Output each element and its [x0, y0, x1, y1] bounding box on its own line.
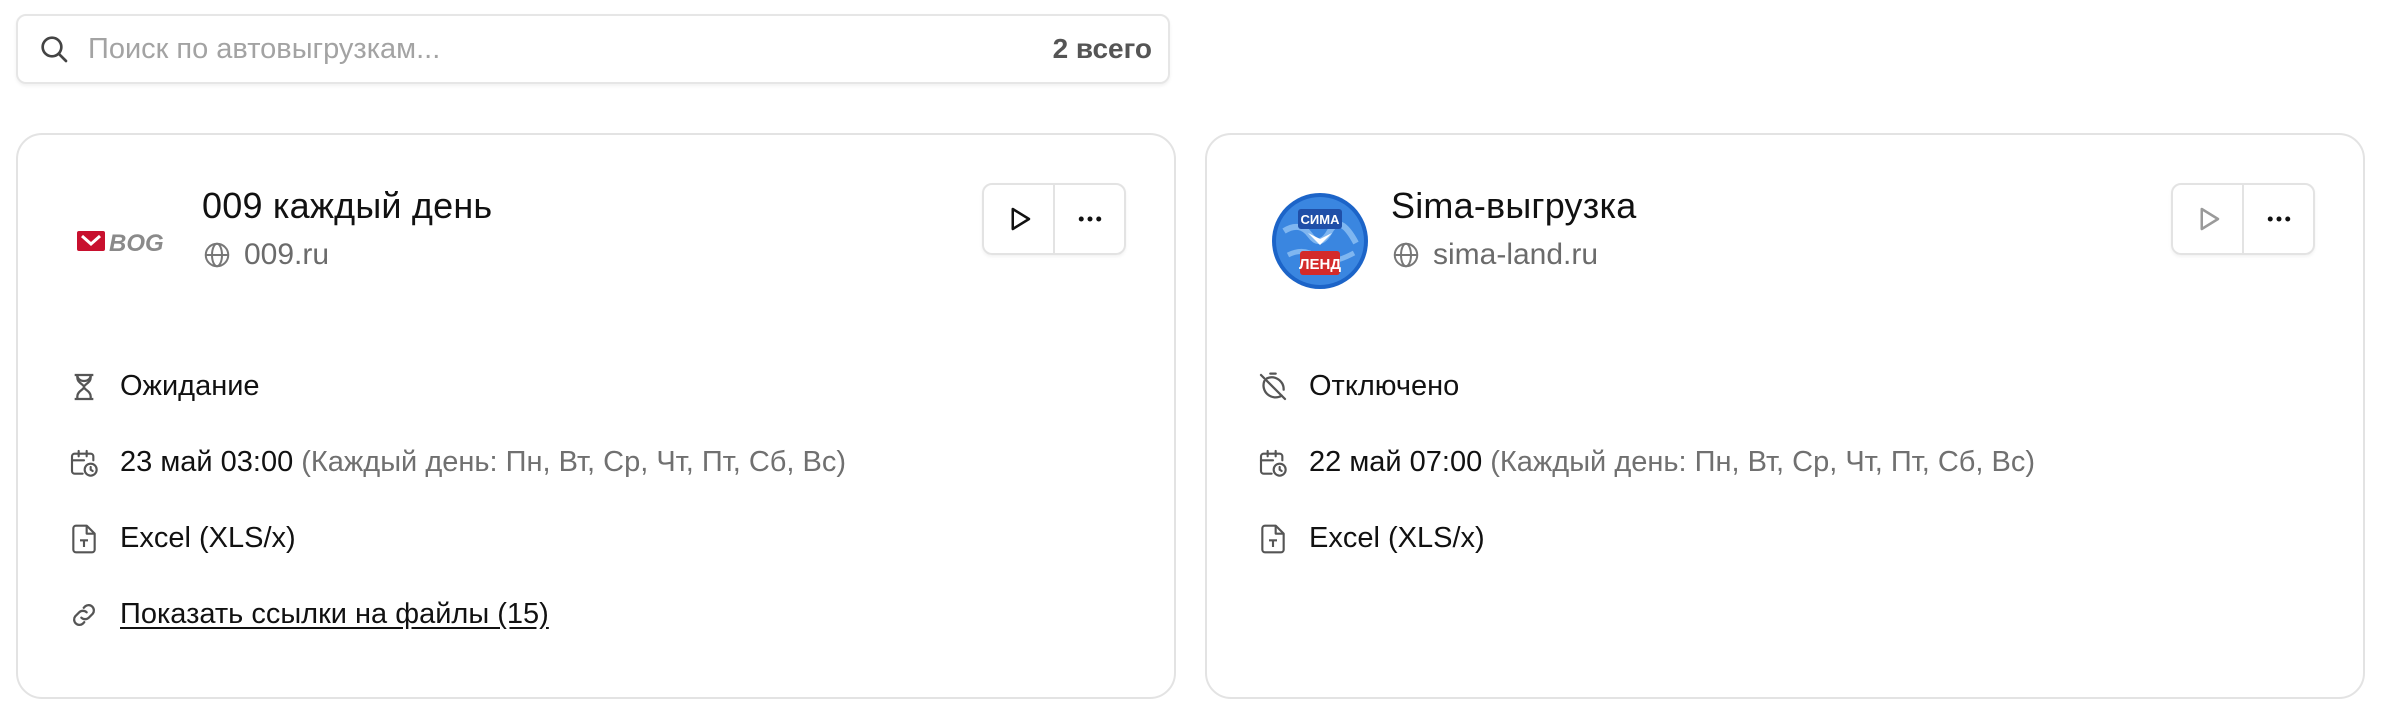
card-actions [2171, 183, 2315, 255]
card-actions [982, 183, 1126, 255]
site-label: sima-land.ru [1433, 238, 1599, 271]
search-icon [41, 36, 68, 63]
status-row: Ожидание [68, 370, 260, 403]
link-icon [73, 603, 95, 626]
more-icon [2267, 216, 2290, 222]
schedule-time: 23 май 03:00 [120, 446, 294, 478]
show-files-link[interactable]: Показать ссылки на файлы (15) [120, 598, 549, 631]
export-site: sima-land.ru [1391, 238, 1598, 272]
play-icon [2200, 207, 2219, 231]
export-title: 009 каждый день [202, 185, 493, 226]
play-icon [1011, 207, 1030, 231]
schedule-row: 23 май 03:00 (Каждый день: Пн, Вт, Ср, Ч… [68, 446, 846, 479]
total-count: 2 всего [1052, 33, 1152, 64]
format-row: Excel (XLS/x) [68, 522, 296, 555]
calendar-clock-icon [70, 449, 98, 477]
export-card: BOG 009 каждый день 009.ru Ожидание 23 м… [16, 133, 1176, 699]
format-row: Excel (XLS/x) [1257, 522, 1485, 555]
schedule-time: 22 май 07:00 [1309, 446, 1483, 478]
run-button[interactable] [984, 185, 1053, 253]
export-site: 009.ru [202, 238, 329, 272]
timer-off-icon [1259, 372, 1287, 400]
schedule-desc: (Каждый день: Пн, Вт, Ср, Чт, Пт, Сб, Вс… [1490, 446, 2036, 478]
format-label: Excel (XLS/x) [1309, 522, 1485, 554]
export-title: Sima-выгрузка [1391, 185, 1637, 226]
status-row: Отключено [1257, 370, 1459, 403]
svg-text:ЛЕНД: ЛЕНД [1299, 256, 1341, 273]
svg-text:BOG: BOG [109, 230, 164, 257]
file-text-icon [72, 524, 96, 553]
more-button[interactable] [1053, 185, 1124, 253]
more-icon [1078, 216, 1101, 222]
globe-icon [1393, 242, 1419, 268]
format-label: Excel (XLS/x) [120, 522, 296, 554]
run-button[interactable] [2173, 185, 2242, 253]
calendar-clock-icon [1259, 449, 1287, 477]
svg-text:СИМА: СИМА [1301, 212, 1341, 227]
bog-logo: BOG [68, 191, 194, 291]
search-input[interactable] [86, 31, 1053, 67]
more-button[interactable] [2242, 185, 2313, 253]
export-card: СИМА ЛЕНД Sima-выгрузка sima-land.ru Отк… [1205, 133, 2365, 699]
site-label: 009.ru [244, 238, 330, 271]
search-bar[interactable]: 2 всего [16, 14, 1170, 84]
sima-land-logo: СИМА ЛЕНД [1257, 191, 1383, 291]
status-label: Ожидание [120, 370, 260, 402]
files-row: Показать ссылки на файлы (15) [68, 598, 549, 631]
globe-icon [204, 242, 230, 268]
status-label: Отключено [1309, 370, 1460, 402]
file-text-icon [1261, 524, 1285, 553]
hourglass-icon [74, 373, 94, 400]
schedule-row: 22 май 07:00 (Каждый день: Пн, Вт, Ср, Ч… [1257, 446, 2035, 479]
schedule-desc: (Каждый день: Пн, Вт, Ср, Чт, Пт, Сб, Вс… [301, 446, 847, 478]
